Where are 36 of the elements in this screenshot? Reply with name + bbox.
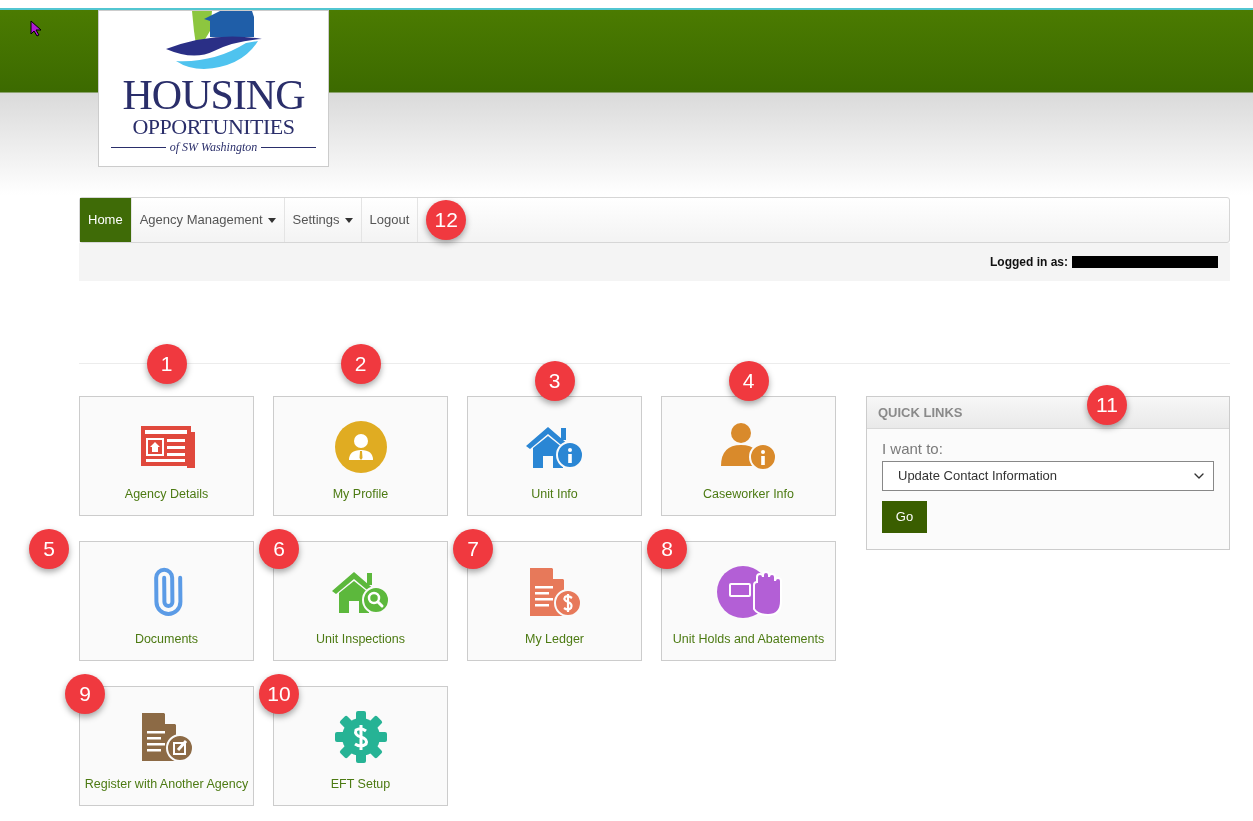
caret-icon <box>344 217 353 223</box>
nav-item[interactable]: Logout <box>361 198 419 242</box>
person-icon <box>333 419 388 474</box>
callout-badge: 1 <box>146 344 187 384</box>
logo-title: HOUSING <box>122 75 305 115</box>
callout-badge: 8 <box>647 529 687 569</box>
prompt-label: I want to: <box>882 439 944 459</box>
callout-badge: 4 <box>728 361 769 401</box>
nav-item[interactable]: Settings <box>284 198 362 242</box>
dashboard-tile[interactable]: Unit Info <box>467 396 642 516</box>
gear-dollar-icon <box>333 709 388 764</box>
action-select[interactable]: Update Contact Information <box>882 461 1214 491</box>
dashboard-tile[interactable]: My Profile <box>273 396 448 516</box>
callout-badge: 6 <box>259 529 299 569</box>
nav-item[interactable]: Home <box>80 198 132 242</box>
logo[interactable]: HOUSING OPPORTUNITIES of SW Washington <box>98 10 329 167</box>
callout-badge: 9 <box>65 674 105 714</box>
dashboard-tile[interactable]: Documents <box>79 541 254 661</box>
callout-badge: 7 <box>453 529 493 569</box>
logged-in-label: Logged in as: <box>990 254 1068 271</box>
dashboard-tile[interactable]: Caseworker Info <box>661 396 836 516</box>
logo-tagline: of SW Washington <box>169 139 258 155</box>
go-button[interactable]: Go <box>882 501 927 533</box>
caret-icon <box>267 217 276 223</box>
logo-subtitle: OPPORTUNITIES <box>132 115 295 139</box>
callout-badge: 2 <box>340 344 381 384</box>
nav-item[interactable]: Agency Management <box>131 198 285 242</box>
dashboard-tile[interactable]: Agency Details <box>79 396 254 516</box>
callout-badge: 3 <box>534 361 575 401</box>
card-hand-icon <box>715 564 782 619</box>
panel-title: QUICK LINKS <box>878 403 963 422</box>
callout-badge: 11 <box>1087 385 1127 425</box>
mouse-cursor-icon <box>30 20 42 37</box>
callout-badge: 12 <box>426 200 467 240</box>
callout-badge: 10 <box>259 674 299 714</box>
callout-badge: 5 <box>29 529 69 569</box>
